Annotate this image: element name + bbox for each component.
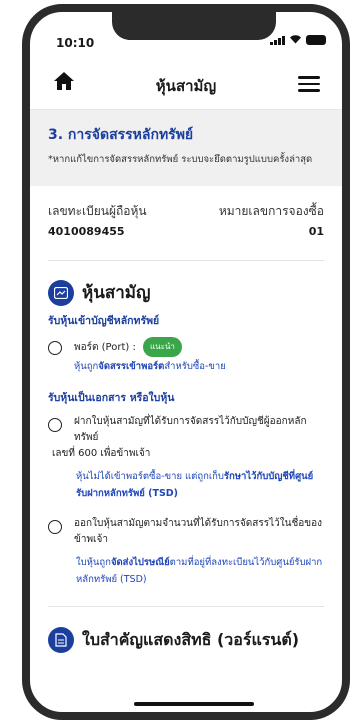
- document-icon: [48, 627, 74, 653]
- hamburger-menu-icon[interactable]: [298, 76, 320, 92]
- signal-icon: [270, 35, 285, 45]
- order-id-value: 01: [308, 225, 324, 238]
- deposit-option-note: หุ้นไม่ได้เข้าพอร์ตซื้อ-ขาย แต่ถูกเก็บรั…: [76, 471, 314, 499]
- battery-icon: [306, 34, 326, 45]
- stock-heading: หุ้นสามัญ: [30, 261, 342, 306]
- app-header: หุ้นสามัญ: [30, 56, 342, 110]
- issue-option-note: ใบหุ้นถูกจัดส่งไปรษณีย์ตามที่อยู่ที่ลงทะ…: [76, 557, 323, 585]
- warrant-heading: ใบสำคัญแสดงสิทธิ (วอร์แรนต์): [30, 607, 342, 653]
- certificate-subheading: รับหุ้นเป็นเอกสาร หรือใบหุ้น: [48, 392, 175, 404]
- order-id-block: หมายเลขการจองซื้อ 01: [219, 202, 324, 238]
- portfolio-subheading: รับหุ้นเข้าบัญชีหลักทรัพย์: [48, 315, 160, 327]
- section-title: 3. การจัดสรรหลักทรัพย์: [48, 127, 194, 143]
- holder-id-value: 4010089455: [48, 225, 125, 238]
- status-bar: 10:10: [30, 12, 342, 56]
- warrant-heading-text: ใบสำคัญแสดงสิทธิ (วอร์แรนต์): [82, 629, 300, 649]
- deposit-option-line2: เลขที่ 600 เพื่อข้าพเจ้า: [52, 448, 151, 459]
- option-issue[interactable]: ออกใบหุ้นสามัญตามจำนวนที่ได้รับการจัดสรร…: [30, 502, 342, 548]
- phone-frame: 10:10 หุ้นสามัญ 3. การจัดสรรหลักทรัพย์ *…: [22, 4, 350, 720]
- issue-radio[interactable]: [48, 520, 62, 534]
- status-time: 10:10: [56, 36, 95, 50]
- deposit-option-label: ฝากใบหุ้นสามัญที่ได้รับการจัดสรรไว้กับบั…: [74, 416, 307, 443]
- issue-option-label: ออกใบหุ้นสามัญตามจำนวนที่ได้รับการจัดสรร…: [74, 518, 322, 545]
- page-title: หุ้นสามัญ: [155, 77, 217, 95]
- order-id-label: หมายเลขการจองซื้อ: [218, 204, 324, 218]
- port-option-label: พอร์ต (Port) :: [74, 342, 136, 353]
- deposit-radio[interactable]: [48, 418, 62, 432]
- section-note: *หากแก้ไขการจัดสรรหลักทรัพย์ ระบบจะยึดตา…: [48, 154, 313, 165]
- port-radio[interactable]: [48, 341, 62, 355]
- allocation-section: 3. การจัดสรรหลักทรัพย์ *หากแก้ไขการจัดสร…: [30, 110, 342, 186]
- option-port[interactable]: พอร์ต (Port) : แนะนำ หุ้นถูกจัดสรรเข้าพอ…: [30, 329, 342, 375]
- recommended-badge: แนะนำ: [143, 337, 182, 357]
- chart-icon: [48, 279, 74, 306]
- holder-id-label: เลขทะเบียนผู้ถือหุ้น: [48, 204, 147, 218]
- holder-id-block: เลขทะเบียนผู้ถือหุ้น 4010089455: [48, 202, 147, 238]
- option-deposit[interactable]: ฝากใบหุ้นสามัญที่ได้รับการจัดสรรไว้กับบั…: [30, 406, 342, 446]
- home-indicator: [134, 702, 254, 706]
- stock-heading-text: หุ้นสามัญ: [82, 283, 151, 303]
- status-icons: [270, 34, 326, 45]
- wifi-icon: [289, 34, 302, 45]
- id-row: เลขทะเบียนผู้ถือหุ้น 4010089455 หมายเลขก…: [30, 186, 342, 238]
- port-option-note: หุ้นถูกจัดสรรเข้าพอร์ตสำหรับซื้อ-ขาย: [74, 361, 226, 372]
